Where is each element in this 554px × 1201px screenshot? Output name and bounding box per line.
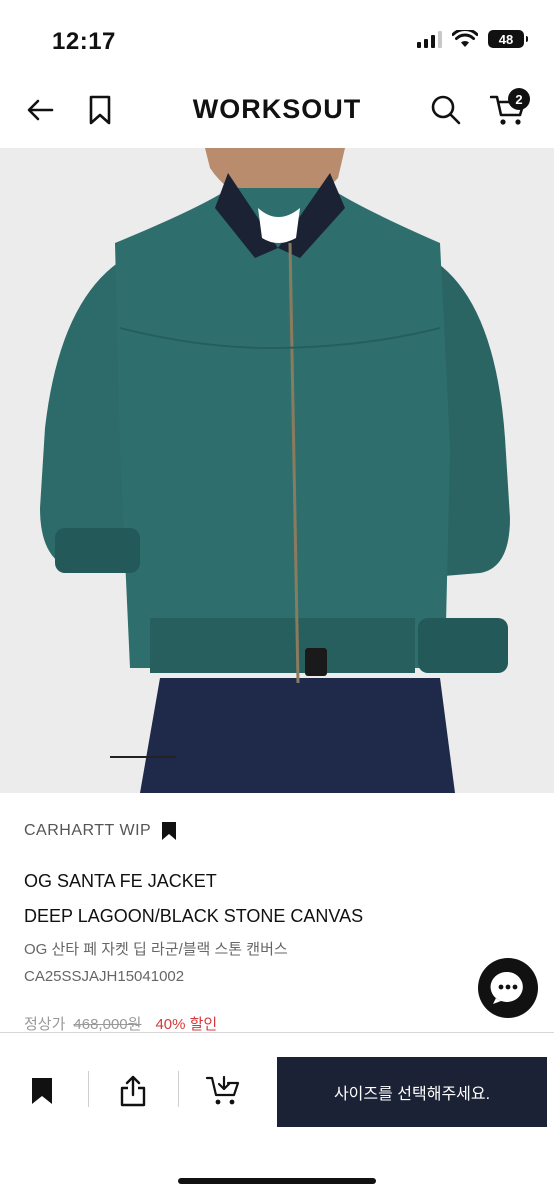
wifi-icon — [452, 30, 478, 47]
price-label: 정상가 — [24, 1016, 66, 1033]
divider — [88, 1071, 89, 1107]
share-icon — [120, 1075, 146, 1107]
product-korean-name: OG 산타 페 자켓 딥 라군/블랙 스톤 캔버스 — [24, 941, 288, 958]
add-to-cart-icon — [206, 1075, 240, 1105]
divider — [178, 1071, 179, 1107]
store-logo[interactable]: WORKSOUT — [0, 94, 554, 125]
home-indicator — [178, 1178, 376, 1184]
original-price: 468,000원 — [73, 1016, 142, 1033]
product-name: OG SANTA FE JACKET — [24, 871, 217, 891]
brand-row[interactable]: CARHARTT WIP — [24, 821, 177, 841]
battery-icon: 48 — [488, 30, 528, 48]
share-button[interactable] — [113, 1071, 153, 1111]
chat-button[interactable] — [478, 958, 538, 1018]
product-sku: CA25SSJAJH15041002 — [24, 968, 185, 985]
search-icon — [431, 95, 461, 125]
bookmark-icon — [32, 1078, 52, 1104]
status-time: 12:17 — [52, 28, 116, 55]
cart-button[interactable]: 2 — [490, 88, 530, 128]
product-colorway: DEEP LAGOON/BLACK STONE CANVAS — [24, 906, 364, 926]
product-image[interactable] — [0, 148, 554, 793]
app-header: WORKSOUT 2 — [0, 80, 554, 148]
brand-name[interactable]: CARHARTT WIP — [24, 822, 151, 840]
chat-icon — [490, 971, 523, 1004]
signal-icon — [417, 30, 442, 48]
price-row: 정상가 468,000원 40% 할인 — [24, 1013, 217, 1034]
discount-badge: 40% 할인 — [155, 1016, 218, 1033]
cart-count-badge: 2 — [508, 88, 530, 110]
status-bar: 12:17 48 — [0, 0, 554, 80]
brand-bookmark-icon[interactable] — [161, 821, 177, 841]
battery-level: 48 — [498, 31, 514, 47]
add-to-cart-button[interactable] — [203, 1071, 243, 1111]
status-icons: 48 — [417, 30, 528, 48]
wishlist-button[interactable] — [22, 1071, 62, 1111]
jacket-photo — [0, 148, 554, 793]
search-button[interactable] — [428, 92, 464, 128]
bottom-action-bar: 사이즈를 선택해주세요. — [0, 1032, 554, 1201]
select-size-button[interactable]: 사이즈를 선택해주세요. — [277, 1057, 547, 1127]
image-slider-indicator — [110, 756, 176, 758]
